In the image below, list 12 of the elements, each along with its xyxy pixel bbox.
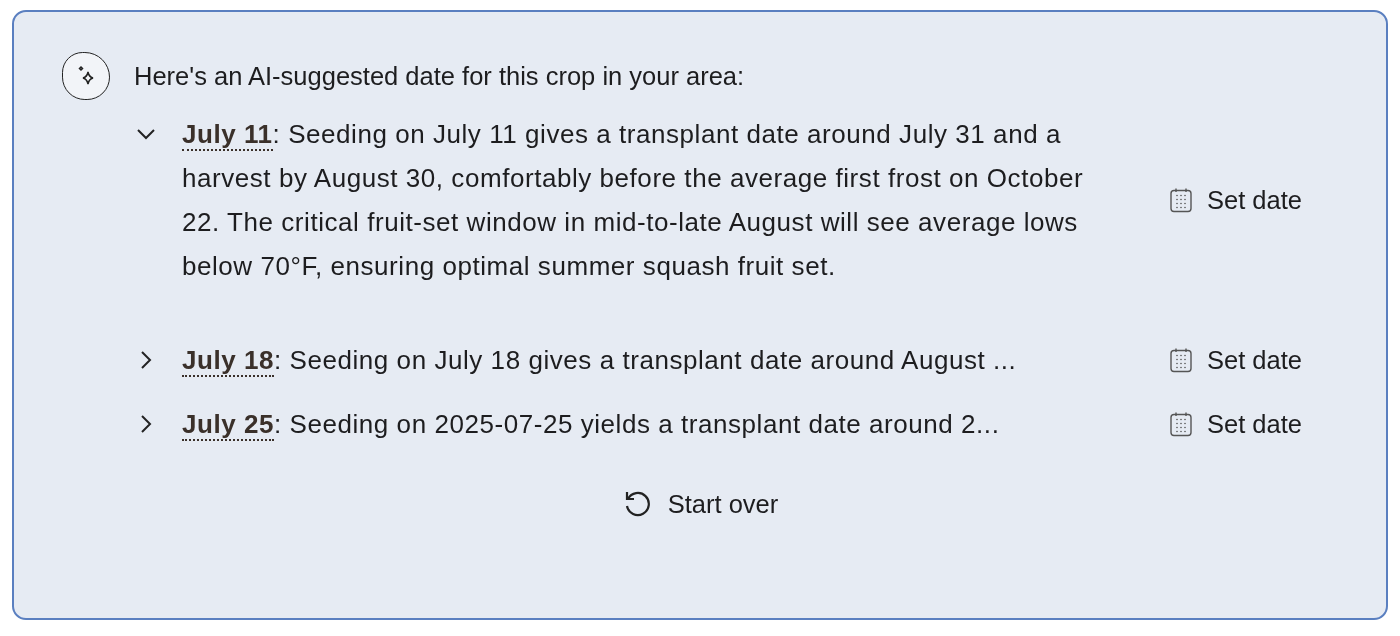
start-over-button[interactable]: Start over: [621, 488, 779, 520]
calendar-icon: [1169, 187, 1193, 213]
sparkle-icon: [62, 52, 110, 100]
suggestion-text: July 11: Seeding on July 11 gives a transplant date around July 31 and a harvest by August 30, comfortably before the average first frost on October 22. The critical fruit-set window in mid-to-late August will see average lows below 70°F, ensuring optimal summer squash fruit set.: [182, 118, 1085, 283]
set-date-button[interactable]: Set date: [1169, 409, 1302, 439]
suggestion-text: July 25: Seeding on 2025-07-25 yields a transplant date around 2...: [182, 408, 1001, 443]
calendar-icon: [1169, 411, 1193, 437]
calendar-icon: [1169, 347, 1193, 373]
intro-text: Here's an AI-suggested date for this crop in your area:: [134, 61, 745, 92]
set-date-button[interactable]: Set date: [1169, 345, 1302, 375]
set-date-button[interactable]: Set date: [1169, 185, 1302, 215]
suggestion-text: July 18: Seeding on July 18 gives a transplant date around August ...: [182, 344, 1018, 379]
